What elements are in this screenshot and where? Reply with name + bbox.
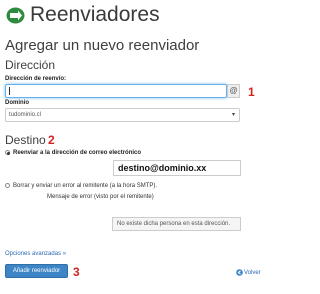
add-forwarder-button[interactable]: Añadir reenviador (5, 264, 68, 278)
forwarder-icon (6, 7, 25, 24)
forward-option-label: Reenviar a la dirección de correo electr… (13, 150, 142, 156)
chevron-down-icon: ▾ (232, 112, 236, 118)
error-message-label: Mensaje de error (visto por el remitente… (47, 194, 154, 200)
back-arrow-icon (236, 269, 243, 276)
form-heading: Agregar un nuevo reenviador (5, 37, 200, 54)
destination-section-heading: Destino (5, 133, 46, 147)
page-title: Reenviadores (30, 3, 160, 26)
domain-select-value: tudominio.cl (9, 112, 42, 118)
annotation-1: 1 (248, 85, 255, 99)
address-input[interactable] (5, 84, 227, 98)
domain-label: Dominio (5, 100, 29, 106)
annotation-2: 2 (48, 133, 55, 147)
destination-email-value: destino@dominio.xx (118, 163, 207, 173)
advanced-options-link[interactable]: Opciones avanzadas » (5, 250, 66, 258)
error-message-value: No existe dicha persona en esta direcció… (117, 221, 231, 227)
text-cursor (9, 87, 10, 95)
fail-option-label: Borrar y enviar un error al remitente (a… (13, 183, 158, 189)
forward-radio[interactable] (5, 150, 10, 155)
at-addon: @ (227, 84, 240, 98)
back-link[interactable]: Volver (244, 269, 261, 277)
address-label: Dirección de reenvío: (5, 76, 67, 82)
fail-radio[interactable] (5, 183, 10, 188)
address-section-heading: Dirección (5, 58, 56, 72)
annotation-3: 3 (73, 265, 80, 279)
